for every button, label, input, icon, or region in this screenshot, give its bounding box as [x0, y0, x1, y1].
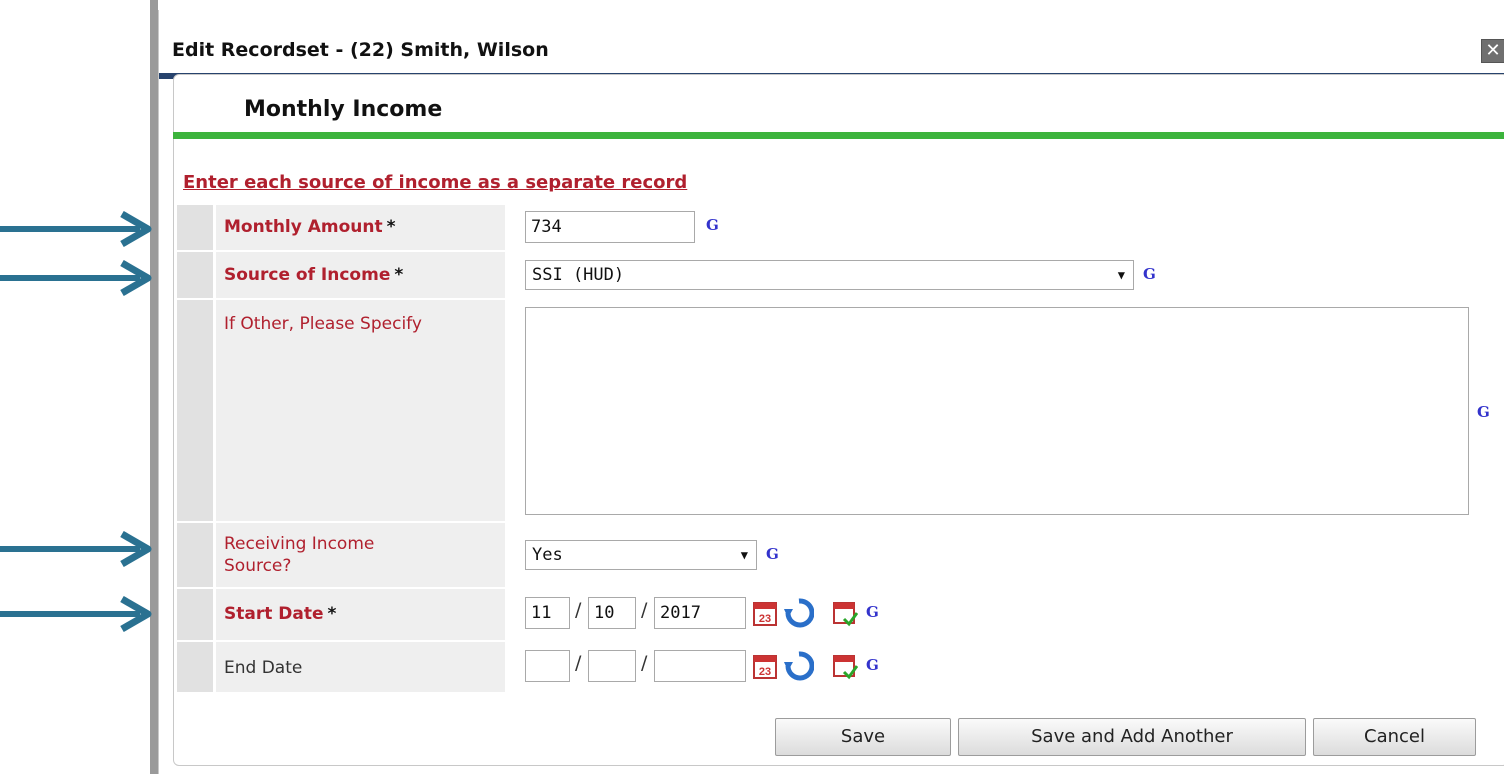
- date-separator: /: [575, 652, 582, 674]
- reset-icon[interactable]: [784, 650, 814, 682]
- date-separator: /: [641, 599, 648, 621]
- save-and-add-another-button[interactable]: Save and Add Another: [958, 718, 1306, 756]
- arrow-right-icon: [0, 211, 152, 247]
- start-date-label: Start Date *: [224, 604, 337, 624]
- end-date-day-input[interactable]: [588, 650, 636, 682]
- g-button[interactable]: G: [866, 656, 879, 674]
- section-divider: [173, 132, 1504, 139]
- calendar-check-icon[interactable]: [832, 652, 858, 680]
- date-separator: /: [575, 599, 582, 621]
- if-other-textarea[interactable]: [525, 307, 1469, 515]
- close-icon[interactable]: ✕: [1481, 39, 1504, 63]
- form-panel: Monthly Income Enter each source of inco…: [173, 74, 1504, 766]
- row-end-date: End Date: [177, 642, 507, 692]
- svg-text:23: 23: [759, 613, 771, 625]
- chevron-down-icon: ▼: [740, 548, 748, 562]
- dialog-titlebar: Edit Recordset - (22) Smith, Wilson ✕: [159, 24, 1504, 79]
- monthly-amount-label: Monthly Amount *: [224, 217, 396, 237]
- g-button[interactable]: G: [1477, 403, 1490, 421]
- start-date-year-input[interactable]: 2017: [654, 597, 746, 629]
- g-button[interactable]: G: [866, 603, 879, 621]
- calendar-icon[interactable]: 23: [752, 652, 778, 680]
- save-button[interactable]: Save: [775, 718, 951, 756]
- g-button[interactable]: G: [1143, 265, 1156, 283]
- end-date-label: End Date: [224, 658, 303, 678]
- reset-icon[interactable]: [784, 597, 814, 629]
- end-date-year-input[interactable]: [654, 650, 746, 682]
- svg-text:23: 23: [759, 666, 771, 678]
- cancel-button[interactable]: Cancel: [1313, 718, 1476, 756]
- row-source-of-income: Source of Income *: [177, 252, 507, 298]
- calendar-check-icon[interactable]: [832, 599, 858, 627]
- date-separator: /: [641, 652, 648, 674]
- chevron-down-icon: ▼: [1117, 268, 1125, 282]
- arrow-right-icon: [0, 596, 152, 632]
- source-of-income-select[interactable]: SSI (HUD) ▼: [525, 260, 1134, 290]
- dialog-title: Edit Recordset - (22) Smith, Wilson: [172, 39, 549, 61]
- row-if-other: If Other, Please Specify: [177, 300, 507, 521]
- row-start-date: Start Date *: [177, 589, 507, 640]
- g-button[interactable]: G: [706, 216, 719, 234]
- calendar-icon[interactable]: 23: [752, 599, 778, 627]
- arrow-right-icon: [0, 260, 152, 296]
- row-monthly-amount: Monthly Amount *: [177, 205, 507, 250]
- section-title: Monthly Income: [244, 97, 443, 122]
- start-date-month-input[interactable]: 11: [525, 597, 570, 629]
- arrow-right-icon: [0, 531, 152, 567]
- row-receiving-income: Receiving Income Source?: [177, 523, 507, 587]
- instruction-link[interactable]: Enter each source of income as a separat…: [183, 172, 687, 193]
- if-other-label: If Other, Please Specify: [224, 314, 422, 334]
- edit-recordset-dialog: Edit Recordset - (22) Smith, Wilson ✕ Mo…: [158, 10, 1504, 774]
- receiving-income-select[interactable]: Yes ▼: [525, 540, 757, 570]
- source-of-income-label: Source of Income *: [224, 265, 404, 285]
- monthly-amount-input[interactable]: 734: [525, 211, 695, 243]
- page-edge: [150, 0, 158, 774]
- end-date-month-input[interactable]: [525, 650, 570, 682]
- g-button[interactable]: G: [766, 545, 779, 563]
- start-date-day-input[interactable]: 10: [588, 597, 636, 629]
- receiving-income-label: Receiving Income Source?: [224, 534, 375, 576]
